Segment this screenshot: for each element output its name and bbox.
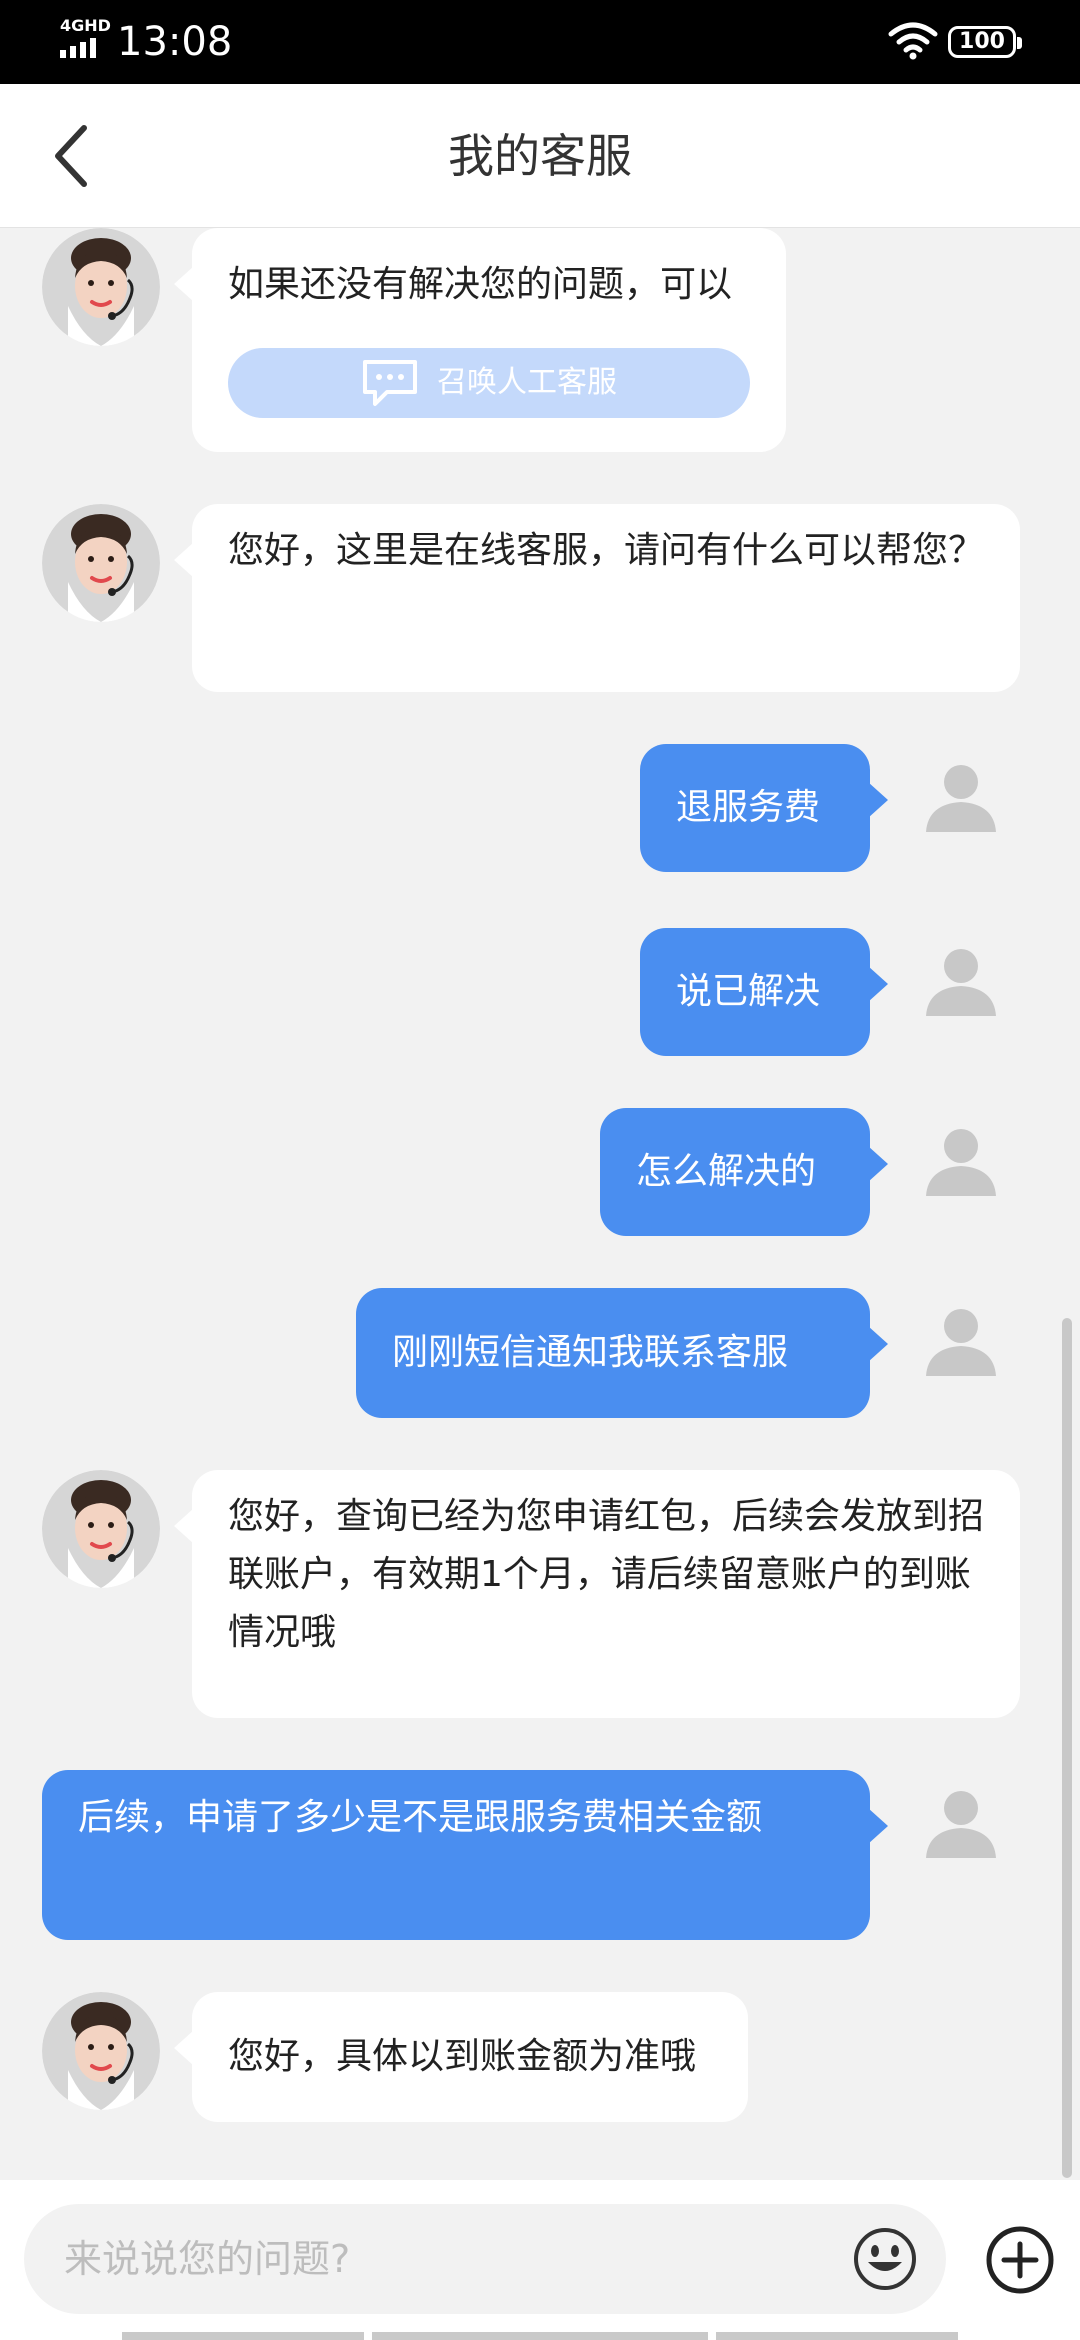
message-text: 说已解决 (676, 971, 821, 1012)
message-bubble-agent: 您好，具体以到账金额为准哦 (174, 1992, 748, 2122)
user-avatar-icon (926, 949, 996, 1016)
message-bubble-user: 退服务费 (640, 744, 888, 872)
chat-bubble-icon (363, 360, 417, 406)
agent-avatar (42, 228, 160, 346)
message-text: 刚刚短信通知我联系客服 (392, 1332, 789, 1373)
message-text: 您好，查询已经为您申请红包，后续会发放到招联账户，有效期1个月，请后续留意账户的… (228, 1496, 985, 1653)
input-bar (0, 2180, 1080, 2340)
message-bubble-agent: 如果还没有解决您的问题，可以 召唤人工客服 (174, 228, 786, 452)
page-title: 我的客服 (448, 129, 632, 183)
user-avatar-icon (926, 1791, 996, 1858)
message-bubble-agent: 您好，这里是在线客服，请问有什么可以帮您？ (174, 504, 1020, 692)
battery-icon: 100 (948, 26, 1022, 58)
message-text: 后续，申请了多少是不是跟服务费相关金额 (78, 1797, 763, 1838)
message-input[interactable] (64, 2204, 824, 2314)
keyboard-strip (372, 2332, 708, 2340)
user-avatar-icon (926, 765, 996, 832)
user-avatar-icon (926, 1309, 996, 1376)
message-text: 怎么解决的 (636, 1151, 817, 1192)
input-container (24, 2204, 946, 2314)
agent-avatar (42, 1470, 160, 1588)
message-bubble-user: 说已解决 (640, 928, 888, 1056)
agent-avatar (42, 504, 160, 622)
clock: 13:08 (117, 19, 233, 65)
plus-icon[interactable] (984, 2224, 1056, 2296)
summon-agent-button[interactable]: 召唤人工客服 (228, 348, 750, 418)
chat-scrollbar[interactable] (1062, 1318, 1072, 2178)
user-avatar-icon (926, 1129, 996, 1196)
message-bubble-user: 怎么解决的 (600, 1108, 888, 1236)
message-text: 退服务费 (676, 787, 821, 828)
message-text: 如果还没有解决您的问题，可以 (228, 264, 733, 305)
message-bubble-user: 后续，申请了多少是不是跟服务费相关金额 (42, 1770, 888, 1940)
network-indicator: 4GHD (60, 18, 111, 58)
status-bar: 4GHD 13:08 100 (0, 0, 1080, 84)
header: 我的客服 (0, 84, 1080, 228)
emoji-icon[interactable] (852, 2226, 918, 2292)
message-bubble-user: 刚刚短信通知我联系客服 (356, 1288, 888, 1418)
message-bubble-agent: 您好，查询已经为您申请红包，后续会发放到招联账户，有效期1个月，请后续留意账户的… (174, 1470, 1020, 1718)
wifi-icon (888, 22, 938, 60)
keyboard-strip (716, 2332, 958, 2340)
message-text: 您好，这里是在线客服，请问有什么可以帮您？ (228, 530, 985, 571)
keyboard-strip (122, 2332, 364, 2340)
signal-icon (60, 38, 111, 58)
network-label: 4GHD (60, 16, 111, 35)
agent-avatar (42, 1992, 160, 2110)
summon-agent-label: 召唤人工客服 (437, 365, 617, 400)
message-text: 您好，具体以到账金额为准哦 (228, 2036, 697, 2077)
